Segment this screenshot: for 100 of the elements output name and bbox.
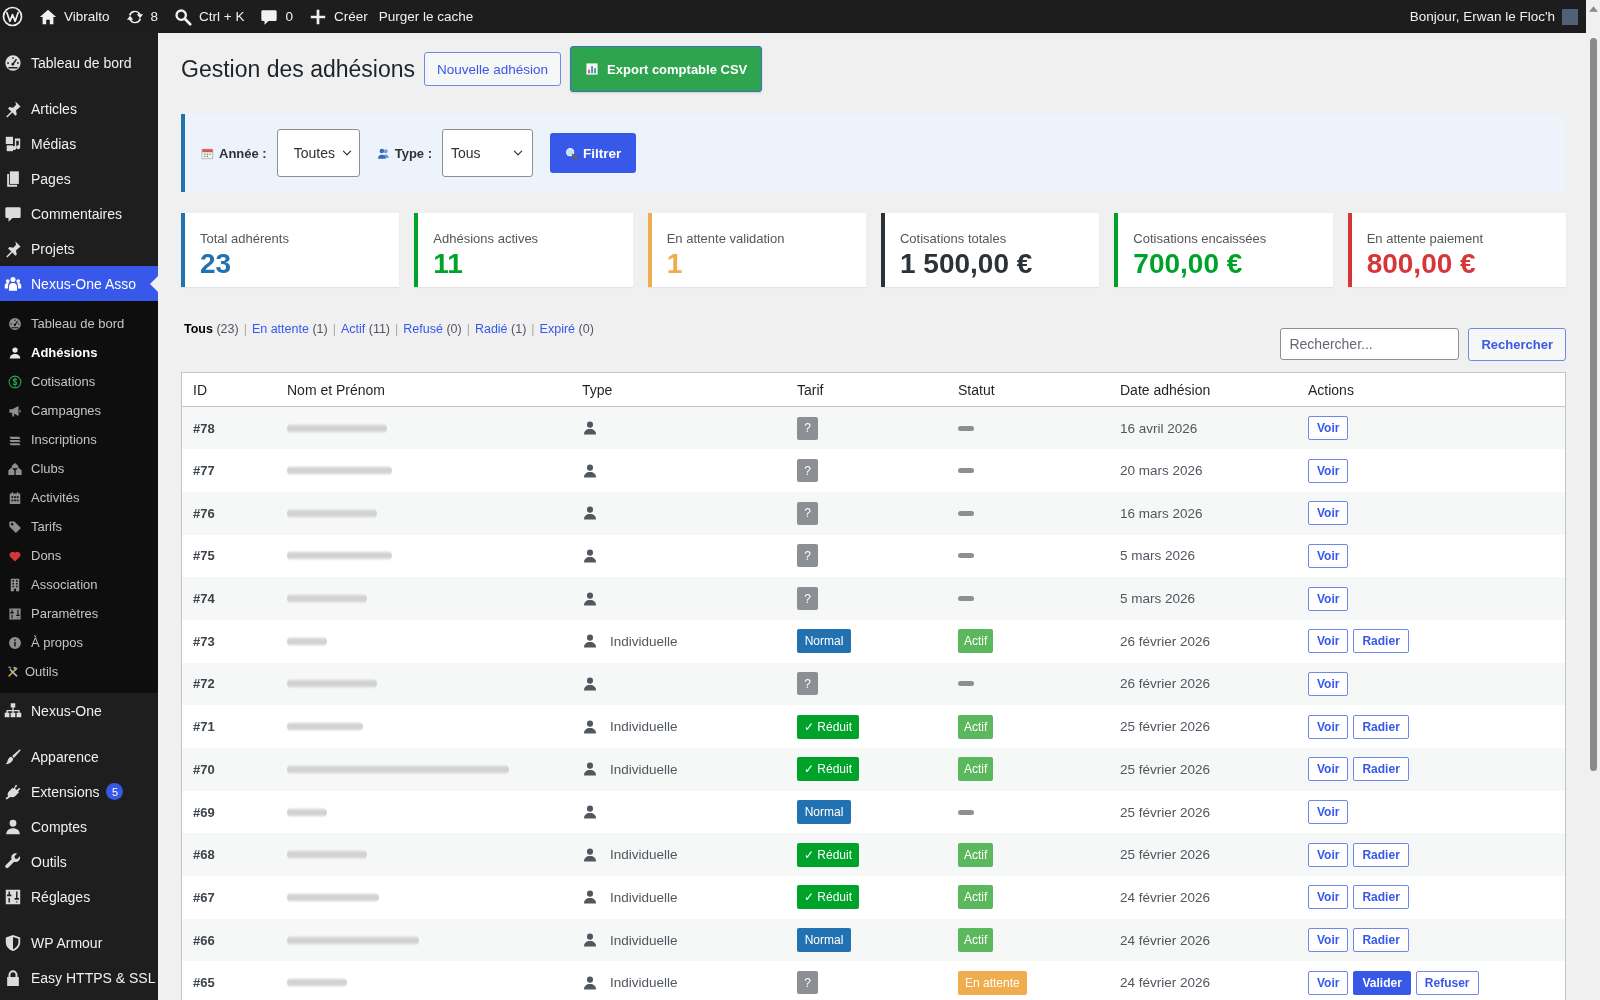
member-id: #71 [193, 719, 215, 735]
dash-icon [958, 510, 974, 516]
member-id: #68 [193, 847, 215, 863]
stat-value: 11 [433, 249, 463, 279]
status-badge: Actif [958, 629, 994, 654]
menu-item[interactable]: Easy HTTPS & SSL [0, 960, 158, 995]
filter-select[interactable]: Tous [442, 129, 533, 177]
updates-link[interactable]: 8 [117, 0, 167, 33]
gauge-icon [8, 316, 22, 331]
menu-item[interactable]: Articles [0, 91, 158, 126]
submenu-item[interactable]: Clubs [0, 454, 158, 483]
menu-item[interactable]: Commentaires [0, 196, 158, 231]
submenu-item[interactable]: Inscriptions [0, 425, 158, 454]
tarif-badge: ? [797, 416, 818, 440]
page-title: Gestion des adhésions [181, 55, 415, 83]
person-icon [582, 633, 598, 650]
filter-button[interactable]: Filtrer [550, 133, 637, 173]
stat-value: 1 500,00 € [900, 249, 1033, 279]
new-link[interactable]: Créer [300, 0, 376, 33]
menu-item[interactable]: Pages [0, 161, 158, 196]
action-button[interactable]: Radier [1353, 842, 1409, 867]
stat-label: En attente paiement [1366, 231, 1483, 246]
tools-icon [6, 664, 20, 679]
filter-separator: | [531, 322, 535, 337]
column-header: Date adhésion [1120, 381, 1211, 398]
action-button[interactable]: Voir [1308, 757, 1349, 782]
menu-item[interactable]: Nexus-One [0, 693, 158, 728]
action-button[interactable]: Voir [1308, 416, 1349, 441]
person-icon [582, 846, 598, 863]
action-button[interactable]: Voir [1308, 458, 1349, 483]
status-filter-link[interactable]: En attente (1) [251, 322, 328, 337]
action-button[interactable]: Radier [1353, 757, 1409, 782]
scrollbar-thumb[interactable] [1589, 38, 1597, 771]
submenu-item[interactable]: Tableau de bord [0, 309, 158, 338]
menu-item[interactable]: WP Armour [0, 925, 158, 960]
stat-value: 1 [666, 249, 683, 279]
submenu-item[interactable]: Association [0, 570, 158, 599]
status-filter-link[interactable]: Actif (11) [340, 322, 391, 337]
purge-cache-link[interactable]: Purger le cache [375, 0, 482, 33]
submenu-item[interactable]: Dons [0, 541, 158, 570]
site-logo-icon[interactable] [2, 6, 23, 27]
submenu-item[interactable]: Activités [0, 483, 158, 512]
menu-item[interactable]: Outils [0, 844, 158, 879]
membership-type: Individuelle [610, 719, 678, 735]
status-filter-link[interactable]: Tous (23) [184, 322, 239, 337]
person-icon [582, 547, 598, 564]
action-button[interactable]: Voir [1308, 714, 1349, 739]
menu-item[interactable]: Comptes [0, 809, 158, 844]
action-button[interactable]: Voir [1308, 586, 1349, 611]
status-filter-link[interactable]: Expiré (0) [539, 322, 594, 337]
info-icon [8, 635, 22, 650]
membership-date: 25 février 2026 [1120, 719, 1211, 735]
menu-item[interactable]: Médias [0, 126, 158, 161]
action-button[interactable]: Refuser [1415, 970, 1479, 995]
action-button[interactable]: Voir [1308, 842, 1349, 867]
new-membership-button[interactable]: Nouvelle adhésion [424, 52, 562, 86]
tarif-badge: ✓ Réduit [797, 757, 860, 782]
search-link[interactable]: Ctrl + K [166, 0, 253, 33]
menu-item[interactable]: Tableau de bord [0, 45, 158, 80]
action-button[interactable]: Radier [1353, 885, 1409, 910]
submenu-item[interactable]: Paramètres [0, 599, 158, 628]
person-icon [582, 590, 598, 607]
action-button[interactable]: Voir [1308, 800, 1349, 825]
status-filter-link[interactable]: Radié (1) [474, 322, 527, 337]
action-button[interactable]: Voir [1308, 970, 1349, 995]
submenu-item[interactable]: Cotisations [0, 367, 158, 396]
action-button[interactable]: Voir [1308, 928, 1349, 953]
site-link[interactable]: Vibralto [31, 0, 118, 33]
menu-item[interactable]: Réglages [0, 879, 158, 914]
status-filter-link[interactable]: Refusé (0) [403, 322, 462, 337]
search-field[interactable]: Rechercher... [1280, 328, 1460, 360]
member-id: #74 [193, 591, 215, 607]
menu-item[interactable]: Nexus-One Asso [0, 266, 158, 301]
scroll-up-icon[interactable] [1588, 6, 1598, 12]
submenu-item[interactable]: À propos [0, 628, 158, 657]
submenu-item[interactable]: Adhésions [0, 338, 158, 367]
account-link[interactable]: Bonjour, Erwan le Floc'h [1409, 0, 1578, 33]
membership-date: 24 février 2026 [1120, 975, 1211, 991]
action-button[interactable]: Radier [1353, 928, 1409, 953]
dash-icon [958, 553, 974, 559]
menu-item[interactable]: Projets [0, 231, 158, 266]
menu-item[interactable]: Apparence [0, 739, 158, 774]
action-button[interactable]: Radier [1353, 714, 1409, 739]
menu-item[interactable]: Extensions 5 [0, 774, 158, 809]
action-button[interactable]: Voir [1308, 501, 1349, 526]
action-button[interactable]: Radier [1353, 629, 1409, 654]
action-button[interactable]: Voir [1308, 629, 1349, 654]
home-icon [39, 7, 57, 26]
submenu-item[interactable]: Campagnes [0, 396, 158, 425]
submenu-item[interactable]: Tarifs [0, 512, 158, 541]
search-button[interactable]: Rechercher [1468, 328, 1566, 361]
action-button[interactable]: Valider [1353, 970, 1411, 995]
person-icon [4, 817, 22, 836]
action-button[interactable]: Voir [1308, 543, 1349, 568]
action-button[interactable]: Voir [1308, 671, 1349, 696]
action-button[interactable]: Voir [1308, 885, 1349, 910]
submenu-item[interactable]: Outils [0, 657, 158, 686]
filter-select[interactable]: Toutes [276, 129, 360, 177]
comments-link[interactable]: 0 [252, 0, 301, 33]
status-badge: Actif [958, 842, 994, 867]
